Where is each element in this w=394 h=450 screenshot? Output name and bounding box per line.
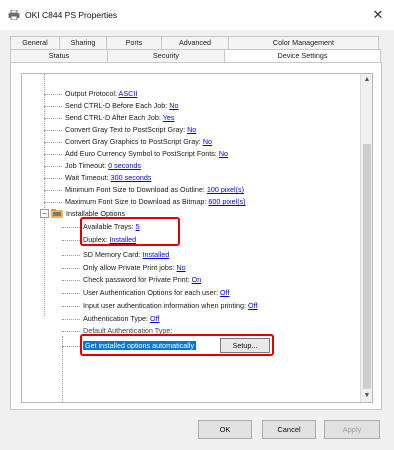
tree-item-value: Yes bbox=[162, 113, 175, 122]
scroll-up-icon[interactable]: ▲ bbox=[361, 74, 372, 86]
option-check-password[interactable]: Check password for Private Print: On bbox=[62, 274, 201, 285]
settings-tree: Output Protocol: ASCII Send CTRL-D Befor… bbox=[21, 73, 373, 403]
printer-properties-dialog: OKI C844 PS Properties ✕ General Sharing… bbox=[0, 0, 394, 450]
tree-item-gray-graphics[interactable]: Convert Gray Graphics to PostScript Gray… bbox=[44, 136, 212, 147]
window-title: OKI C844 PS Properties bbox=[25, 10, 118, 20]
tree-item-value: 600 pixel(s) bbox=[208, 197, 246, 206]
tree-item-job-timeout[interactable]: Job Timeout: 0 seconds bbox=[44, 160, 141, 171]
option-input-user-auth[interactable]: Input user authentication information wh… bbox=[62, 300, 258, 311]
collapse-toggle[interactable]: − bbox=[40, 209, 49, 218]
option-sd-memory-card[interactable]: SD Memory Card: Installed bbox=[62, 249, 169, 260]
tab-row-top: General Sharing Ports Advanced Color Man… bbox=[10, 36, 379, 49]
options-folder-icon bbox=[51, 209, 63, 218]
tab-row-bottom: Status Security Device Settings bbox=[10, 49, 381, 62]
option-value: Off bbox=[150, 314, 160, 323]
option-value: Installed bbox=[142, 250, 170, 259]
apply-button[interactable]: Apply bbox=[324, 420, 380, 439]
close-button[interactable]: ✕ bbox=[368, 5, 388, 25]
tree-item-value: No bbox=[169, 101, 179, 110]
printer-icon bbox=[8, 10, 20, 20]
option-value: On bbox=[191, 275, 202, 284]
tree-item-value: 100 pixel(s) bbox=[206, 185, 244, 194]
tree-item-value: No bbox=[187, 125, 197, 134]
highlight-box-get-options bbox=[80, 334, 274, 356]
tree-item-max-font-bitmap[interactable]: Maximum Font Size to Download as Bitmap:… bbox=[44, 196, 246, 207]
tab-sharing[interactable]: Sharing bbox=[59, 36, 107, 49]
vertical-scrollbar[interactable]: ▲ ▼ bbox=[360, 74, 372, 402]
option-value: Off bbox=[220, 288, 230, 297]
highlight-box-trays-duplex bbox=[80, 217, 180, 246]
tab-device-settings[interactable]: Device Settings bbox=[224, 49, 381, 62]
option-value: No bbox=[176, 263, 186, 272]
tree-item-ctrl-d-before[interactable]: Send CTRL-D Before Each Job: No bbox=[44, 100, 178, 111]
tree-item-value: 0 seconds bbox=[108, 161, 141, 170]
tab-status[interactable]: Status bbox=[10, 49, 108, 62]
scroll-down-icon[interactable]: ▼ bbox=[361, 390, 372, 402]
tree-item-gray-text[interactable]: Convert Gray Text to PostScript Gray: No bbox=[44, 124, 196, 135]
tab-security[interactable]: Security bbox=[107, 49, 225, 62]
tree-item-output-protocol[interactable]: Output Protocol: ASCII bbox=[44, 88, 137, 99]
tab-advanced[interactable]: Advanced bbox=[161, 36, 229, 49]
tab-ports[interactable]: Ports bbox=[106, 36, 162, 49]
tree-item-value: No bbox=[202, 137, 213, 146]
scroll-thumb[interactable] bbox=[363, 144, 371, 389]
option-private-print-only[interactable]: Only allow Private Print jobs: No bbox=[62, 262, 186, 273]
tree-item-min-font-outline[interactable]: Minimum Font Size to Download as Outline… bbox=[44, 184, 244, 195]
tree-item-ctrl-d-after[interactable]: Send CTRL-D After Each Job: Yes bbox=[44, 112, 175, 123]
tree-item-value: 300 seconds bbox=[110, 173, 152, 182]
tree-item-value: No bbox=[218, 149, 229, 158]
ok-button[interactable]: OK bbox=[198, 420, 252, 439]
tree-item-wait-timeout[interactable]: Wait Timeout: 300 seconds bbox=[44, 172, 151, 183]
tab-color-management[interactable]: Color Management bbox=[228, 36, 379, 49]
cancel-button[interactable]: Cancel bbox=[262, 420, 316, 439]
option-value: Off bbox=[248, 301, 258, 310]
device-settings-panel: Output Protocol: ASCII Send CTRL-D Befor… bbox=[10, 62, 382, 410]
title-bar: OKI C844 PS Properties ✕ bbox=[0, 0, 394, 30]
option-auth-type[interactable]: Authentication Type: Off bbox=[62, 313, 159, 324]
tree-item-value: ASCII bbox=[118, 89, 138, 98]
tab-general[interactable]: General bbox=[10, 36, 60, 49]
option-user-auth-options[interactable]: User Authentication Options for each use… bbox=[62, 287, 230, 298]
tree-item-euro-symbol[interactable]: Add Euro Currency Symbol to PostScript F… bbox=[44, 148, 228, 159]
